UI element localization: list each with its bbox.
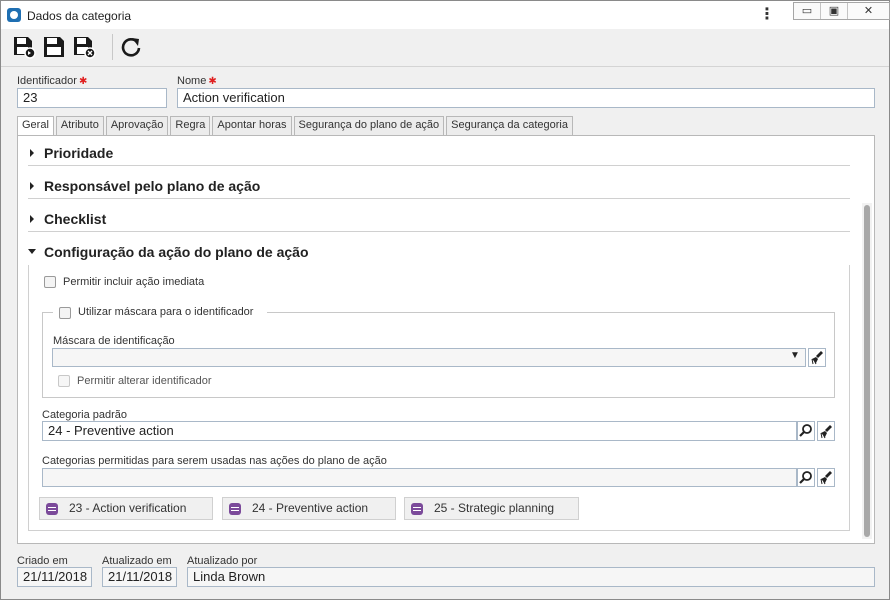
- close-button[interactable]: ✕: [848, 3, 889, 19]
- tab-aprovacao[interactable]: Aprovação: [105, 116, 169, 135]
- section-prioridade[interactable]: Prioridade: [28, 138, 850, 166]
- window-title: Dados da categoria: [27, 9, 132, 23]
- atualizado-field: 21/11/2018: [102, 567, 177, 587]
- chip-strategic-planning[interactable]: 25 - Strategic planning: [404, 497, 579, 520]
- utilizar-mascara-checkbox[interactable]: [59, 307, 71, 319]
- chip-preventive-action[interactable]: 24 - Preventive action: [222, 497, 396, 520]
- brush-icon: [811, 351, 823, 365]
- categorias-permitidas-field[interactable]: [42, 468, 797, 487]
- expand-arrow-icon: [30, 149, 34, 157]
- categoria-padrao-label: Categoria padrão: [42, 409, 128, 421]
- brush-icon: [820, 471, 832, 485]
- collapse-arrow-icon: [28, 249, 36, 254]
- tab-regra[interactable]: Regra: [170, 116, 211, 135]
- name-label: Nome ✱: [177, 75, 217, 87]
- permitir-alterar-label: Permitir alterar identificador: [77, 375, 212, 387]
- section-responsavel[interactable]: Responsável pelo plano de ação: [28, 171, 850, 199]
- atualizado-label: Atualizado em: [102, 555, 172, 567]
- tab-geral[interactable]: Geral: [17, 116, 54, 136]
- dropdown-arrow-icon[interactable]: ▼: [790, 350, 800, 361]
- criado-label: Criado em: [17, 555, 68, 567]
- clear-categoria-button[interactable]: [817, 421, 835, 441]
- atualizado-por-label: Atualizado por: [187, 555, 258, 567]
- permitir-incluir-label: Permitir incluir ação imediata: [63, 276, 205, 288]
- restore-button[interactable]: ▣: [821, 3, 848, 19]
- categorias-permitidas-label: Categorias permitidas para serem usadas …: [42, 455, 387, 467]
- category-icon: [411, 503, 423, 515]
- chip-label: 24 - Preventive action: [252, 501, 369, 515]
- criado-field: 21/11/2018: [17, 567, 92, 587]
- expand-arrow-icon: [30, 215, 34, 223]
- fieldset-legend: Utilizar máscara para o identificador: [53, 305, 267, 321]
- chip-label: 23 - Action verification: [69, 501, 187, 515]
- clear-mascara-button[interactable]: [808, 348, 826, 367]
- toolbar: [1, 29, 889, 67]
- category-icon: [46, 503, 58, 515]
- search-permitidas-button[interactable]: [797, 468, 815, 487]
- tab-panel-geral: Prioridade Responsável pelo plano de açã…: [17, 135, 875, 544]
- section-title: Prioridade: [44, 145, 114, 161]
- search-icon: [799, 471, 812, 484]
- save-icon[interactable]: [41, 34, 67, 60]
- atualizado-por-field: Linda Brown: [187, 567, 875, 587]
- window-controls: ▭ ▣ ✕: [793, 2, 890, 20]
- name-field[interactable]: Action verification: [177, 88, 875, 108]
- app-icon: [7, 8, 21, 22]
- title-bar: Dados da categoria ⋮ ▭ ▣ ✕: [1, 1, 890, 29]
- tab-strip: Geral Atributo Aprovação Regra Apontar h…: [17, 116, 575, 136]
- mascara-label: Máscara de identificação: [53, 335, 175, 347]
- chip-action-verification[interactable]: 23 - Action verification: [39, 497, 213, 520]
- section-title: Responsável pelo plano de ação: [44, 178, 261, 194]
- kebab-menu-icon[interactable]: ⋮: [759, 6, 775, 24]
- tab-seguranca-categoria[interactable]: Segurança da categoria: [446, 116, 573, 135]
- permitir-incluir-checkbox[interactable]: [44, 276, 56, 288]
- clear-permitidas-button[interactable]: [817, 468, 835, 487]
- toolbar-separator: [112, 34, 113, 60]
- required-mark: ✱: [208, 76, 217, 87]
- tab-seguranca-plano[interactable]: Segurança do plano de ação: [293, 116, 445, 135]
- categoria-padrao-field[interactable]: 24 - Preventive action: [42, 421, 797, 441]
- search-categoria-button[interactable]: [797, 421, 815, 441]
- section-title: Checklist: [44, 211, 107, 227]
- save-close-icon[interactable]: [71, 34, 97, 60]
- section-title: Configuração da ação do plano de ação: [44, 244, 309, 260]
- chip-label: 25 - Strategic planning: [434, 501, 555, 515]
- save-new-icon[interactable]: [11, 34, 37, 60]
- expand-arrow-icon: [30, 182, 34, 190]
- scrollbar-thumb[interactable]: [864, 205, 870, 537]
- id-label: Identificador ✱: [17, 75, 88, 87]
- refresh-icon[interactable]: [118, 34, 144, 60]
- section-checklist[interactable]: Checklist: [28, 204, 850, 232]
- category-icon: [229, 503, 241, 515]
- search-icon: [799, 424, 812, 437]
- tab-apontar-horas[interactable]: Apontar horas: [212, 116, 292, 135]
- tab-atributo[interactable]: Atributo: [55, 116, 104, 135]
- section-configuracao[interactable]: Configuração da ação do plano de ação: [28, 237, 850, 265]
- permitir-alterar-checkbox[interactable]: [58, 375, 70, 387]
- brush-icon: [820, 425, 832, 439]
- utilizar-mascara-label: Utilizar máscara para o identificador: [78, 306, 254, 318]
- mascara-select[interactable]: [52, 348, 806, 367]
- vertical-scrollbar[interactable]: [862, 203, 872, 539]
- dialog-window: Dados da categoria ⋮ ▭ ▣ ✕ Identificador…: [0, 0, 890, 600]
- id-field[interactable]: 23: [17, 88, 167, 108]
- mascara-fieldset: Utilizar máscara para o identificador Má…: [42, 305, 835, 398]
- required-mark: ✱: [78, 76, 88, 87]
- minimize-button[interactable]: ▭: [794, 3, 821, 19]
- section-configuracao-body: Permitir incluir ação imediata Utilizar …: [28, 265, 850, 531]
